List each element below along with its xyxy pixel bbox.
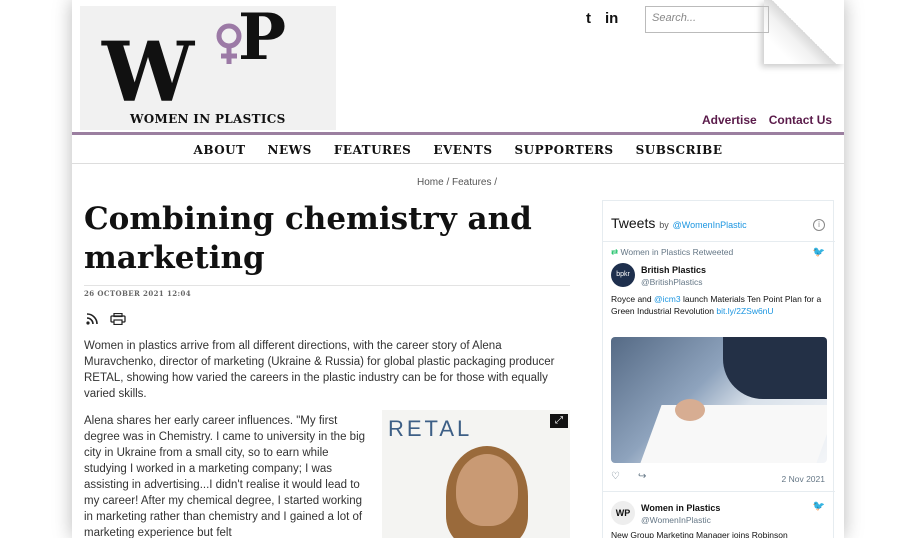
avatar[interactable]: bpkr — [611, 263, 635, 287]
rss-icon[interactable] — [86, 313, 98, 325]
info-icon[interactable]: i — [813, 219, 825, 231]
title-divider — [84, 285, 570, 286]
mention-link[interactable]: @icm3 — [654, 294, 681, 304]
header-rule — [72, 132, 844, 135]
image-hand — [675, 399, 705, 421]
tweet-url-link[interactable]: bit.ly/2ZSw6nU — [716, 306, 773, 316]
article-image[interactable]: RETAL ⤢ — [382, 410, 570, 538]
page-sheet: W P WOMEN IN PLASTICS t in Search... Adv… — [72, 0, 844, 538]
twitter-bird-icon[interactable]: 🐦 — [813, 501, 825, 512]
share-icon[interactable]: ↪ — [638, 471, 646, 482]
tweet-text-part: Royce and — [611, 294, 654, 304]
breadcrumb[interactable]: Home / Features / — [417, 177, 497, 188]
retal-logo: RETAL — [388, 416, 473, 441]
tweet-author-name[interactable]: British Plastics — [641, 265, 706, 275]
top-links: Advertise Contact Us — [702, 113, 832, 127]
article-paragraph: Alena shares her early career influences… — [84, 415, 366, 538]
contact-us-link[interactable]: Contact Us — [769, 113, 832, 127]
twitter-bird-icon[interactable]: 🐦 — [813, 247, 825, 258]
main-nav: ABOUT NEWS FEATURES EVENTS SUPPORTERS SU… — [72, 136, 844, 164]
timeline-handle[interactable]: @WomenInPlastic — [673, 220, 747, 230]
logo-tagline: WOMEN IN PLASTICS — [130, 112, 286, 126]
tweet-actions: ♡ ↪ — [611, 471, 646, 482]
logo-mark-p: P — [238, 0, 287, 75]
image-paper — [640, 405, 827, 463]
tweet-author-handle[interactable]: @WomenInPlastic — [641, 515, 711, 525]
tweet-text: New Group Marketing Manager joins Robins… — [611, 530, 788, 538]
timeline-by: by — [659, 220, 669, 230]
twitter-timeline: Tweets by @WomenInPlastic i ⇄ Women in P… — [602, 200, 835, 538]
tweet-date[interactable]: 2 Nov 2021 — [782, 474, 825, 484]
tweet-author-name[interactable]: Women in Plastics — [641, 503, 720, 513]
page-curl — [764, 0, 844, 64]
social-links: t in — [586, 10, 618, 27]
like-icon[interactable]: ♡ — [611, 471, 620, 482]
article-paragraph: Women in plastics arrive from all differ… — [84, 340, 555, 400]
divider — [603, 491, 835, 492]
nav-events[interactable]: EVENTS — [433, 143, 492, 163]
divider — [603, 241, 835, 242]
tweet-author-handle[interactable]: @BritishPlastics — [641, 277, 703, 287]
nav-features[interactable]: FEATURES — [334, 143, 412, 163]
timeline-title: Tweets — [611, 215, 656, 231]
retweet-icon: ⇄ — [611, 247, 619, 257]
image-sleeve — [723, 337, 827, 399]
article-title: Combining chemistry and marketing — [84, 201, 532, 276]
article-date: 26 OCTOBER 2021 12:04 — [84, 289, 192, 298]
timeline-header: Tweets by @WomenInPlastic — [611, 215, 747, 231]
tweet-text: Royce and @icm3 launch Materials Ten Poi… — [611, 293, 827, 317]
tweet-image[interactable] — [611, 337, 827, 463]
nav-about[interactable]: ABOUT — [194, 143, 246, 163]
retweet-text: Women in Plastics Retweeted — [620, 247, 734, 257]
search-input[interactable]: Search... — [645, 6, 769, 33]
nav-supporters[interactable]: SUPPORTERS — [514, 143, 613, 163]
advertise-link[interactable]: Advertise — [702, 113, 757, 127]
portrait-face — [456, 454, 518, 526]
nav-news[interactable]: NEWS — [268, 143, 312, 163]
site-logo[interactable]: W P WOMEN IN PLASTICS — [80, 6, 336, 130]
print-icon[interactable] — [110, 313, 126, 325]
nav-subscribe[interactable]: SUBSCRIBE — [636, 143, 723, 163]
avatar[interactable]: WP — [611, 501, 635, 525]
expand-icon[interactable]: ⤢ — [550, 414, 568, 428]
retweet-label: ⇄ Women in Plastics Retweeted — [611, 247, 733, 258]
twitter-icon[interactable]: t — [586, 10, 591, 27]
linkedin-icon[interactable]: in — [605, 10, 618, 27]
article-tools — [86, 313, 126, 325]
logo-mark-w: W — [102, 25, 194, 121]
